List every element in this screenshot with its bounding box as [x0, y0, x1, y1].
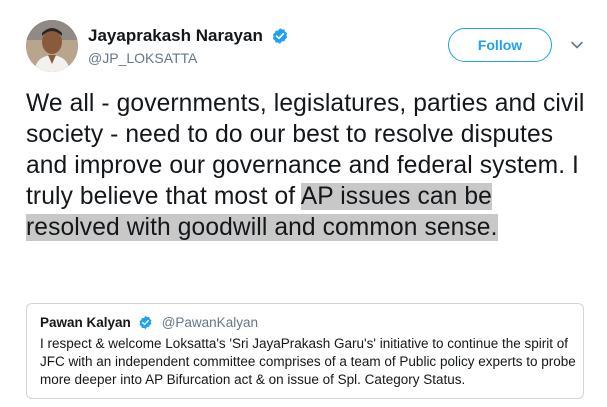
- avatar[interactable]: [26, 20, 78, 72]
- tweet-header: Jayaprakash Narayan @JP_LOKSATTA Follow: [26, 20, 596, 72]
- follow-button[interactable]: Follow: [448, 28, 552, 62]
- quoted-tweet-text: I respect & welcome Loksatta's 'Sri Jaya…: [40, 336, 576, 387]
- chevron-down-icon[interactable]: [570, 38, 584, 52]
- author-display-name[interactable]: Jayaprakash Narayan: [88, 26, 263, 46]
- verified-badge-icon: [271, 27, 289, 45]
- tweet-text: We all - governments, legislatures, part…: [26, 88, 592, 243]
- author-names: Jayaprakash Narayan @JP_LOKSATTA: [88, 26, 289, 66]
- tweet-card: Jayaprakash Narayan @JP_LOKSATTA Follow …: [0, 0, 607, 407]
- quoted-tweet-header: Pawan Kalyan @PawanKalyan: [40, 314, 258, 332]
- quoted-tweet[interactable]: Pawan Kalyan @PawanKalyan I respect & we…: [26, 303, 584, 399]
- quoted-verified-badge-icon: [138, 315, 153, 330]
- author-handle[interactable]: @JP_LOKSATTA: [88, 50, 289, 66]
- quoted-author-display-name: Pawan Kalyan: [40, 315, 131, 331]
- quoted-author-handle: @PawanKalyan: [161, 315, 258, 331]
